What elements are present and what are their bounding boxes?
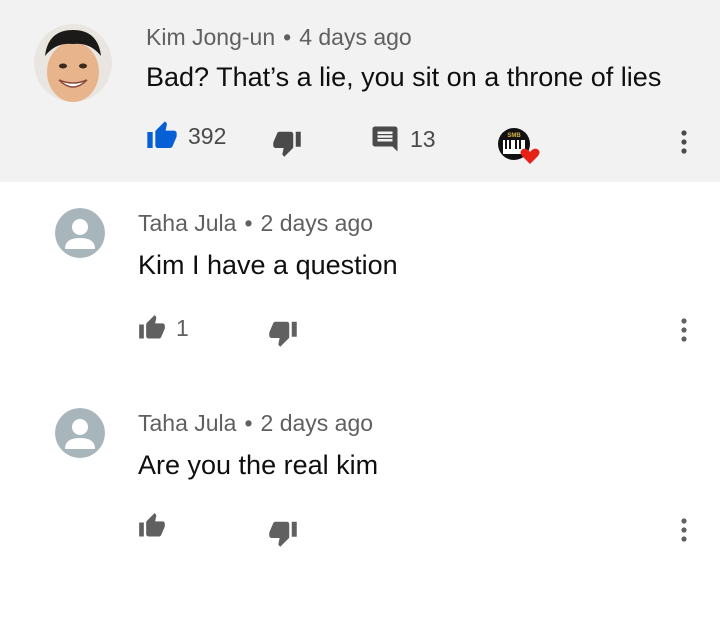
creator-heart-icon: SMB [498, 128, 540, 164]
more-options-button[interactable] [672, 122, 696, 162]
thumbs-down-icon [269, 321, 297, 347]
more-vert-icon [681, 518, 687, 542]
avatar-photo [34, 24, 112, 102]
avatar[interactable] [55, 408, 105, 458]
separator-dot: • [244, 210, 253, 236]
like-count: 392 [188, 122, 227, 149]
separator-dot: • [283, 24, 292, 50]
thumbs-down-icon [273, 131, 301, 157]
comment-highlighted: Kim Jong-un • 4 days ago Bad? That’s a lie… [0, 0, 720, 182]
avatar[interactable] [34, 24, 112, 102]
avatar[interactable] [55, 208, 105, 258]
timestamp[interactable]: 4 days ago [299, 24, 412, 50]
creator-heart: SMB [496, 126, 542, 166]
timestamp[interactable]: 2 days ago [261, 410, 374, 436]
more-options-button[interactable] [672, 510, 696, 550]
more-vert-icon [681, 130, 687, 154]
comment-icon [372, 126, 398, 152]
thumbs-up-icon [147, 121, 177, 148]
thumbs-up-icon [139, 315, 165, 339]
comment-meta: Taha Jula • 2 days ago [138, 210, 373, 237]
more-options-button[interactable] [672, 310, 696, 350]
dislike-button[interactable] [268, 518, 298, 548]
default-avatar-icon [55, 408, 105, 458]
like-count: 1 [176, 314, 189, 341]
like-button[interactable]: 392 [146, 120, 226, 152]
separator-dot: • [244, 410, 253, 436]
comment-text: Kim I have a question [138, 250, 398, 280]
author-name[interactable]: Kim Jong-un [146, 24, 275, 50]
comment-meta: Taha Jula • 2 days ago [138, 410, 373, 437]
author-name[interactable]: Taha Jula [138, 410, 236, 436]
dislike-button[interactable] [268, 318, 298, 348]
default-avatar-icon [55, 208, 105, 258]
like-button[interactable]: 1 [138, 314, 189, 342]
comment: Taha Jula • 2 days ago Are you the real ki… [0, 382, 720, 582]
more-vert-icon [681, 318, 687, 342]
comment-text: Bad? That’s a lie, you sit on a throne o… [146, 62, 662, 92]
dislike-button[interactable] [272, 128, 302, 158]
thumbs-down-icon [269, 521, 297, 547]
comment-meta: Kim Jong-un • 4 days ago [146, 24, 412, 51]
comment: Taha Jula • 2 days ago Kim I have a questi… [0, 182, 720, 382]
reply-count: 13 [410, 125, 436, 152]
reply-button[interactable]: 13 [370, 124, 436, 154]
comment-text: Are you the real kim [138, 450, 379, 480]
thumbs-up-icon [139, 513, 165, 537]
channel-badge-text: SMB [507, 133, 521, 139]
like-button[interactable] [138, 512, 166, 540]
timestamp[interactable]: 2 days ago [261, 210, 374, 236]
author-name[interactable]: Taha Jula [138, 210, 236, 236]
